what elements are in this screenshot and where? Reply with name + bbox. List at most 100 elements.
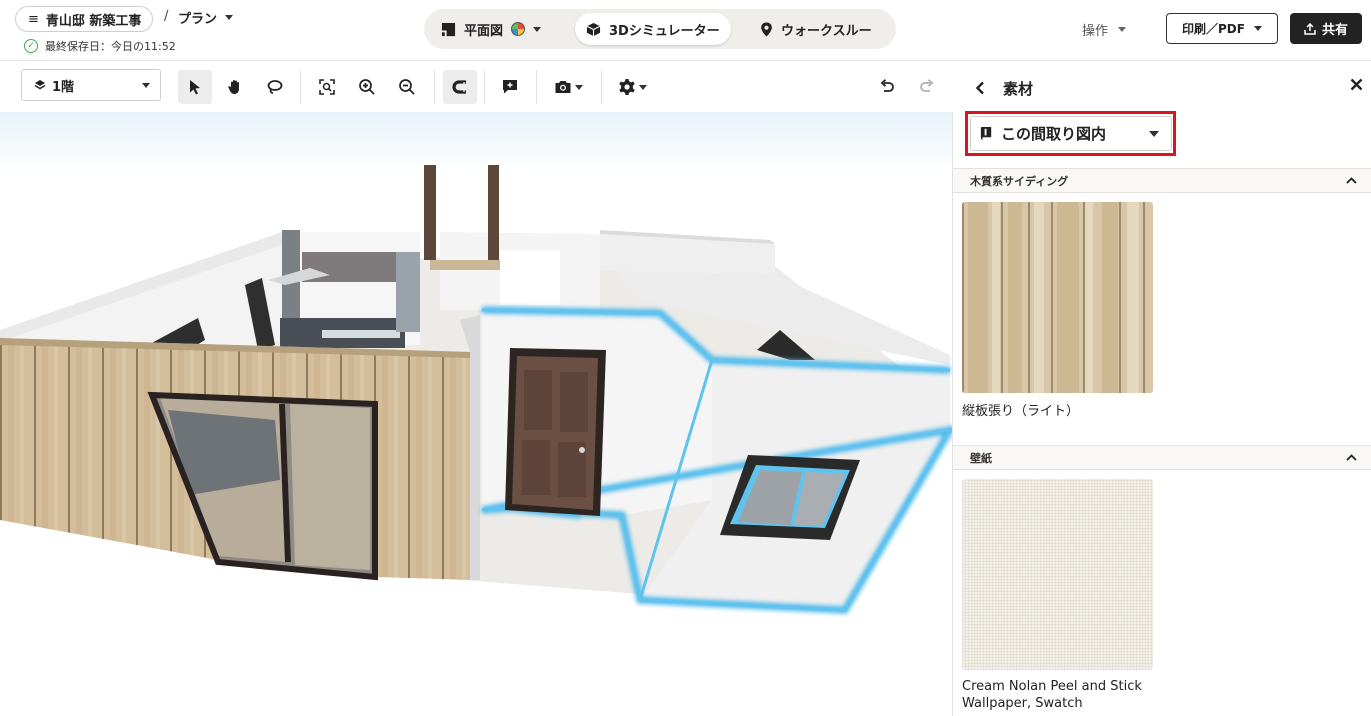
lasso-tool-button[interactable]	[258, 70, 292, 104]
kitchen-sink	[322, 330, 400, 338]
gear-icon	[618, 79, 635, 95]
panel-header: 素材	[953, 61, 1371, 116]
toolbar-divider	[434, 70, 435, 104]
print-label: 印刷／PDF	[1182, 22, 1245, 36]
menu-icon: ≡	[28, 11, 39, 27]
tab-3d-simulator-label: 3Dシミュレーター	[609, 23, 720, 39]
section-header-wallpaper[interactable]: 壁紙	[953, 445, 1371, 470]
toolbar-divider	[484, 70, 485, 104]
chevron-down-icon	[1118, 26, 1127, 32]
section-header-wood-siding[interactable]: 木質系サイディング	[953, 168, 1371, 193]
toolbar-divider	[601, 70, 602, 104]
camera-icon	[555, 81, 570, 93]
pan-tool-button[interactable]	[218, 70, 252, 104]
chevron-down-icon	[533, 26, 542, 32]
wood-texture-image	[962, 202, 1153, 393]
post-right	[488, 165, 499, 265]
chevron-up-icon	[1346, 454, 1357, 461]
check-circle-icon: ✓	[24, 39, 38, 53]
door-glass-right	[290, 404, 370, 570]
upload-icon	[1304, 22, 1316, 35]
operations-dropdown[interactable]: 操作	[1082, 18, 1127, 40]
settings-dropdown-button[interactable]	[612, 70, 652, 104]
interior-wall	[500, 250, 560, 305]
editor-toolbar: 1階	[0, 61, 953, 112]
material-scope-dropdown[interactable]: この間取り図内	[970, 116, 1172, 151]
project-name: 青山邸 新築工事	[45, 13, 142, 29]
plan-dropdown[interactable]: プラン	[178, 6, 234, 28]
chevron-left-icon	[975, 81, 984, 95]
door-panel	[560, 372, 588, 432]
toolbar-divider	[300, 70, 301, 104]
fit-view-button[interactable]	[310, 70, 344, 104]
floor-selector[interactable]: 1階	[21, 69, 161, 101]
section-title: 壁紙	[970, 451, 992, 465]
magnet-snap-button[interactable]	[443, 70, 477, 104]
material-swatch-cream-wallpaper[interactable]	[962, 479, 1153, 670]
close-button[interactable]	[1350, 76, 1363, 96]
tab-walkthrough-label: ウォークスルー	[781, 23, 872, 39]
redo-button[interactable]	[910, 70, 944, 104]
chevron-down-icon	[1253, 26, 1262, 31]
floor-label: 1階	[52, 79, 75, 95]
zoom-out-icon	[399, 79, 415, 95]
material-name: Cream Nolan Peel and Stick Wallpaper, Sw…	[962, 679, 1142, 711]
panel-title: 素材	[1003, 80, 1034, 98]
material-swatch-vertical-board[interactable]	[962, 202, 1153, 393]
book-icon	[980, 126, 992, 141]
tab-walkthrough[interactable]: ウォークスルー	[749, 13, 883, 45]
saved-text: 最終保存日：今日の11:52	[45, 40, 176, 53]
magnet-icon	[452, 80, 466, 94]
chevron-down-icon	[142, 82, 150, 88]
print-pdf-button[interactable]: 印刷／PDF	[1166, 13, 1278, 44]
select-tool-button[interactable]	[178, 70, 212, 104]
door-knob	[579, 447, 585, 453]
back-button[interactable]	[971, 78, 989, 98]
refrigerator	[396, 252, 420, 332]
chevron-down-icon	[1149, 130, 1159, 137]
scope-label: この間取り図内	[1001, 125, 1107, 143]
top-bar: ≡ 青山邸 新築工事 / プラン ✓ 最終保存日：今日の11:52 平面図 3D…	[0, 0, 1371, 61]
toolbar-divider	[536, 70, 537, 104]
view-mode-switcher: 平面図 3Dシミュレーター ウォークスルー	[424, 9, 896, 49]
breadcrumb-separator: /	[164, 9, 169, 24]
close-icon	[1350, 78, 1363, 91]
floorplan-icon	[441, 22, 456, 36]
tab-floor-plan-label: 平面図	[464, 23, 504, 39]
chevron-up-icon	[1346, 177, 1357, 184]
undo-button[interactable]	[870, 70, 904, 104]
save-status: ✓ 最終保存日：今日の11:52	[24, 38, 176, 54]
plan-label: プラン	[178, 11, 218, 27]
camera-dropdown-button[interactable]	[548, 70, 588, 104]
cube-icon	[586, 22, 601, 36]
fit-view-icon	[319, 79, 335, 95]
door-panel	[524, 370, 552, 430]
zoom-in-icon	[359, 79, 375, 95]
chevron-down-icon	[638, 84, 647, 90]
add-comment-icon	[503, 80, 517, 94]
3d-house-model[interactable]	[0, 112, 953, 716]
hand-icon	[228, 80, 239, 94]
tab-3d-simulator[interactable]: 3Dシミュレーター	[575, 13, 731, 45]
add-annotation-button[interactable]	[493, 70, 527, 104]
chevron-down-icon	[574, 84, 583, 90]
undo-icon	[880, 79, 894, 92]
3d-viewport[interactable]	[0, 112, 953, 716]
zoom-in-button[interactable]	[350, 70, 384, 104]
material-name: 縦板張り（ライト）	[962, 404, 1080, 419]
door-panel	[522, 440, 550, 495]
cursor-arrow-icon	[190, 80, 200, 95]
chevron-down-icon	[225, 14, 234, 20]
beam	[430, 260, 500, 270]
lasso-icon	[267, 80, 283, 94]
post-left	[424, 165, 436, 260]
share-label: 共有	[1321, 23, 1348, 38]
tab-floor-plan[interactable]: 平面図	[430, 13, 552, 45]
project-menu-button[interactable]: ≡ 青山邸 新築工事	[15, 6, 154, 32]
redo-icon	[920, 79, 934, 92]
section-title: 木質系サイディング	[970, 174, 1069, 188]
zoom-out-button[interactable]	[390, 70, 424, 104]
share-button[interactable]: 共有	[1290, 13, 1362, 44]
operations-label: 操作	[1082, 23, 1109, 39]
color-palette-icon	[511, 22, 526, 36]
